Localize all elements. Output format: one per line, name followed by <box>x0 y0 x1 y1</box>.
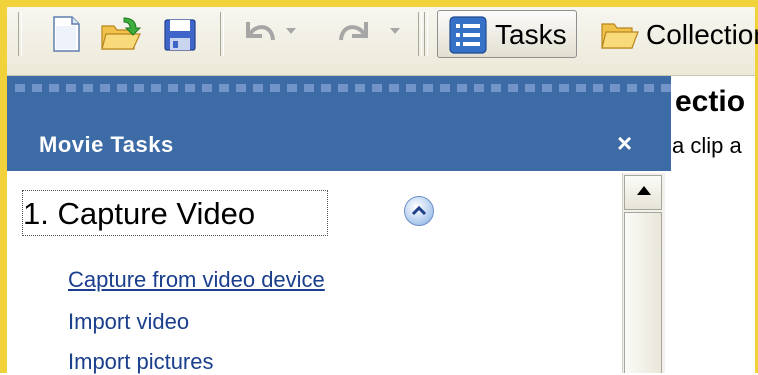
link-capture-from-video-device[interactable]: Capture from video device <box>68 267 325 293</box>
close-icon[interactable]: × <box>617 128 632 159</box>
window-frame-top <box>0 0 758 7</box>
window-frame-left <box>0 0 7 373</box>
header-decoration <box>15 84 675 92</box>
tasks-icon <box>448 15 488 55</box>
undo-icon[interactable] <box>240 14 280 54</box>
save-icon[interactable] <box>160 14 200 54</box>
redo-dropdown-icon[interactable] <box>390 28 400 34</box>
scroll-up-button[interactable] <box>624 175 662 210</box>
collapse-icon[interactable] <box>404 196 434 226</box>
link-import-pictures[interactable]: Import pictures <box>68 349 214 375</box>
undo-dropdown-icon[interactable] <box>286 28 296 34</box>
toolbar-separator <box>220 12 224 56</box>
section-title-capture-video[interactable]: 1. Capture Video <box>22 190 329 236</box>
collections-button-label[interactable]: Collectior <box>646 19 758 51</box>
pane-title: Movie Tasks <box>39 132 174 157</box>
toolbar-grip <box>18 12 22 56</box>
toolbar-separator <box>424 12 428 56</box>
toolbar-separator <box>418 12 422 56</box>
collection-text: a clip a <box>672 133 742 158</box>
tasks-button-label: Tasks <box>495 19 567 50</box>
collection-heading: ectio <box>675 85 746 118</box>
new-project-icon[interactable] <box>46 14 86 54</box>
open-project-icon[interactable] <box>100 14 142 54</box>
redo-icon[interactable] <box>334 14 374 54</box>
link-import-video[interactable]: Import video <box>68 309 189 335</box>
pane-header: Movie Tasks × <box>7 76 675 171</box>
collection-content <box>671 76 755 373</box>
collections-icon[interactable] <box>600 14 640 54</box>
scroll-thumb[interactable] <box>624 212 662 373</box>
